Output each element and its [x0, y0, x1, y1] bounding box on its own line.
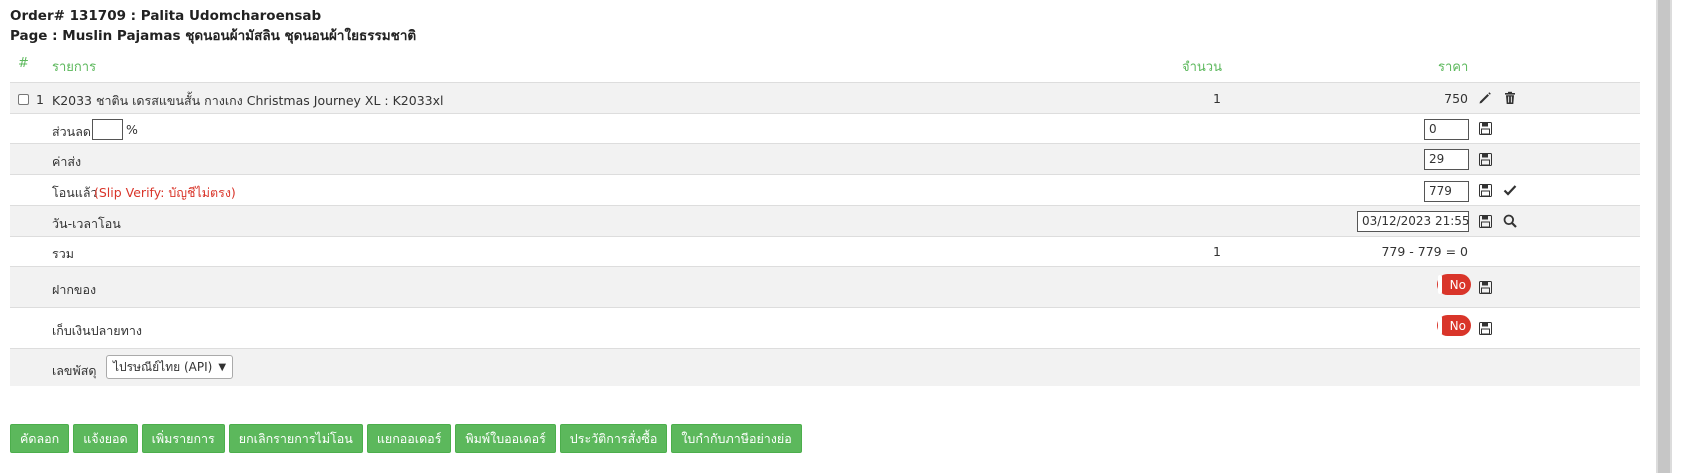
- carrier-select[interactable]: ไปรษณีย์ไทย (API) ▼: [106, 355, 234, 379]
- table-row: 1 K2033 ชาติน เดรสแขนสั้น กางเกง Christm…: [10, 82, 1640, 113]
- tracking-row: เลขพัสดุ ไปรษณีย์ไทย (API) ▼: [10, 348, 1640, 386]
- balance-summary: 779 - 779 = 0: [1381, 244, 1468, 259]
- cod-row: เก็บเงินปลายทาง No: [10, 307, 1640, 348]
- item-name: K2033 ชาติน เดรสแขนสั้น กางเกง Christmas…: [52, 93, 444, 108]
- transferred-amount-input[interactable]: 779: [1424, 181, 1469, 202]
- transfer-datetime-input[interactable]: 03/12/2023 21:55: [1357, 211, 1470, 232]
- total-label: รวม: [52, 246, 74, 261]
- column-header-item: รายการ: [52, 60, 97, 75]
- pencil-icon[interactable]: [1477, 90, 1493, 106]
- column-header-price: ราคา: [1438, 60, 1469, 75]
- order-items-table: # รายการ จำนวน ราคา 1 K2033 ชาติน เดรสแข…: [10, 48, 1640, 386]
- deposit-row: ฝากของ No: [10, 266, 1640, 307]
- discount-amount-input[interactable]: 0: [1424, 119, 1469, 140]
- transfer-label: โอนแล้ว: [52, 185, 98, 200]
- total-quantity: 1: [1213, 244, 1221, 259]
- copy-button[interactable]: คัดลอก: [10, 424, 70, 453]
- print-order-button[interactable]: พิมพ์ใบออเดอร์: [455, 424, 556, 453]
- total-row: รวม 1 779 - 779 = 0: [10, 236, 1640, 266]
- cod-toggle[interactable]: No: [1437, 315, 1471, 336]
- tracking-label: เลขพัสดุ: [52, 363, 97, 378]
- transfer-row: โอนแล้ว (Slip Verify: บัญชีไม่ตรง) 779: [10, 174, 1640, 205]
- short-tax-invoice-button[interactable]: ใบกำกับภาษีอย่างย่อ: [671, 424, 802, 453]
- save-icon[interactable]: [1477, 120, 1493, 136]
- row-number-cell: 1: [18, 92, 44, 107]
- order-history-button[interactable]: ประวัติการสั่งซื้อ: [559, 424, 668, 453]
- transfer-datetime-label: วัน-เวลาโอน: [52, 216, 121, 231]
- save-icon[interactable]: [1477, 279, 1493, 295]
- slip-verify-status: (Slip Verify: บัญชีไม่ตรง): [94, 185, 236, 200]
- check-icon[interactable]: [1502, 182, 1518, 198]
- carrier-selected-value: ไปรษณีย์ไทย (API): [113, 359, 213, 374]
- shipping-fee-input[interactable]: 29: [1424, 149, 1469, 170]
- row-index: 1: [36, 92, 44, 107]
- discount-row: ส่วนลด % 0: [10, 113, 1640, 143]
- discount-label: ส่วนลด: [52, 124, 91, 139]
- transfer-datetime-row: วัน-เวลาโอน 03/12/2023 21:55: [10, 205, 1640, 236]
- save-icon[interactable]: [1477, 151, 1493, 167]
- deposit-toggle[interactable]: No: [1437, 274, 1471, 295]
- percent-sign: %: [126, 122, 138, 137]
- cod-label: เก็บเงินปลายทาง: [52, 323, 142, 338]
- item-quantity: 1: [1213, 91, 1221, 106]
- split-order-button[interactable]: แยกออเดอร์: [366, 424, 452, 453]
- save-icon[interactable]: [1477, 213, 1493, 229]
- scrollbar-thumb[interactable]: [1658, 0, 1670, 473]
- row-select-checkbox[interactable]: [18, 94, 29, 105]
- action-button-bar: คัดลอก แจ้งยอด เพิ่มรายการ ยกเลิกรายการไ…: [10, 424, 802, 453]
- column-header-quantity: จำนวน: [1182, 60, 1222, 75]
- discount-percent-input[interactable]: [92, 119, 123, 140]
- cancel-untransferred-button[interactable]: ยกเลิกรายการไม่โอน: [228, 424, 363, 453]
- vertical-scrollbar[interactable]: [1656, 0, 1672, 473]
- order-header: Order# 131709 : Palita Udomcharoensab Pa…: [10, 6, 416, 46]
- add-item-button[interactable]: เพิ่มรายการ: [141, 424, 225, 453]
- notify-total-button[interactable]: แจ้งยอด: [73, 424, 138, 453]
- order-title: Order# 131709 : Palita Udomcharoensab: [10, 8, 322, 24]
- deposit-label: ฝากของ: [52, 282, 97, 297]
- shipping-row: ค่าส่ง 29: [10, 143, 1640, 174]
- trash-icon[interactable]: [1502, 90, 1518, 106]
- page-title: Page : Muslin Pajamas ชุดนอนผ้ามัสลิน ชุ…: [10, 28, 417, 44]
- table-header-row: # รายการ จำนวน ราคา: [10, 48, 1640, 82]
- save-icon[interactable]: [1477, 320, 1493, 336]
- search-icon[interactable]: [1502, 213, 1518, 229]
- item-price: 750: [1444, 91, 1468, 106]
- shipping-label: ค่าส่ง: [52, 154, 82, 169]
- column-header-number: #: [18, 56, 29, 71]
- save-icon[interactable]: [1477, 182, 1493, 198]
- chevron-down-icon: ▼: [218, 361, 227, 373]
